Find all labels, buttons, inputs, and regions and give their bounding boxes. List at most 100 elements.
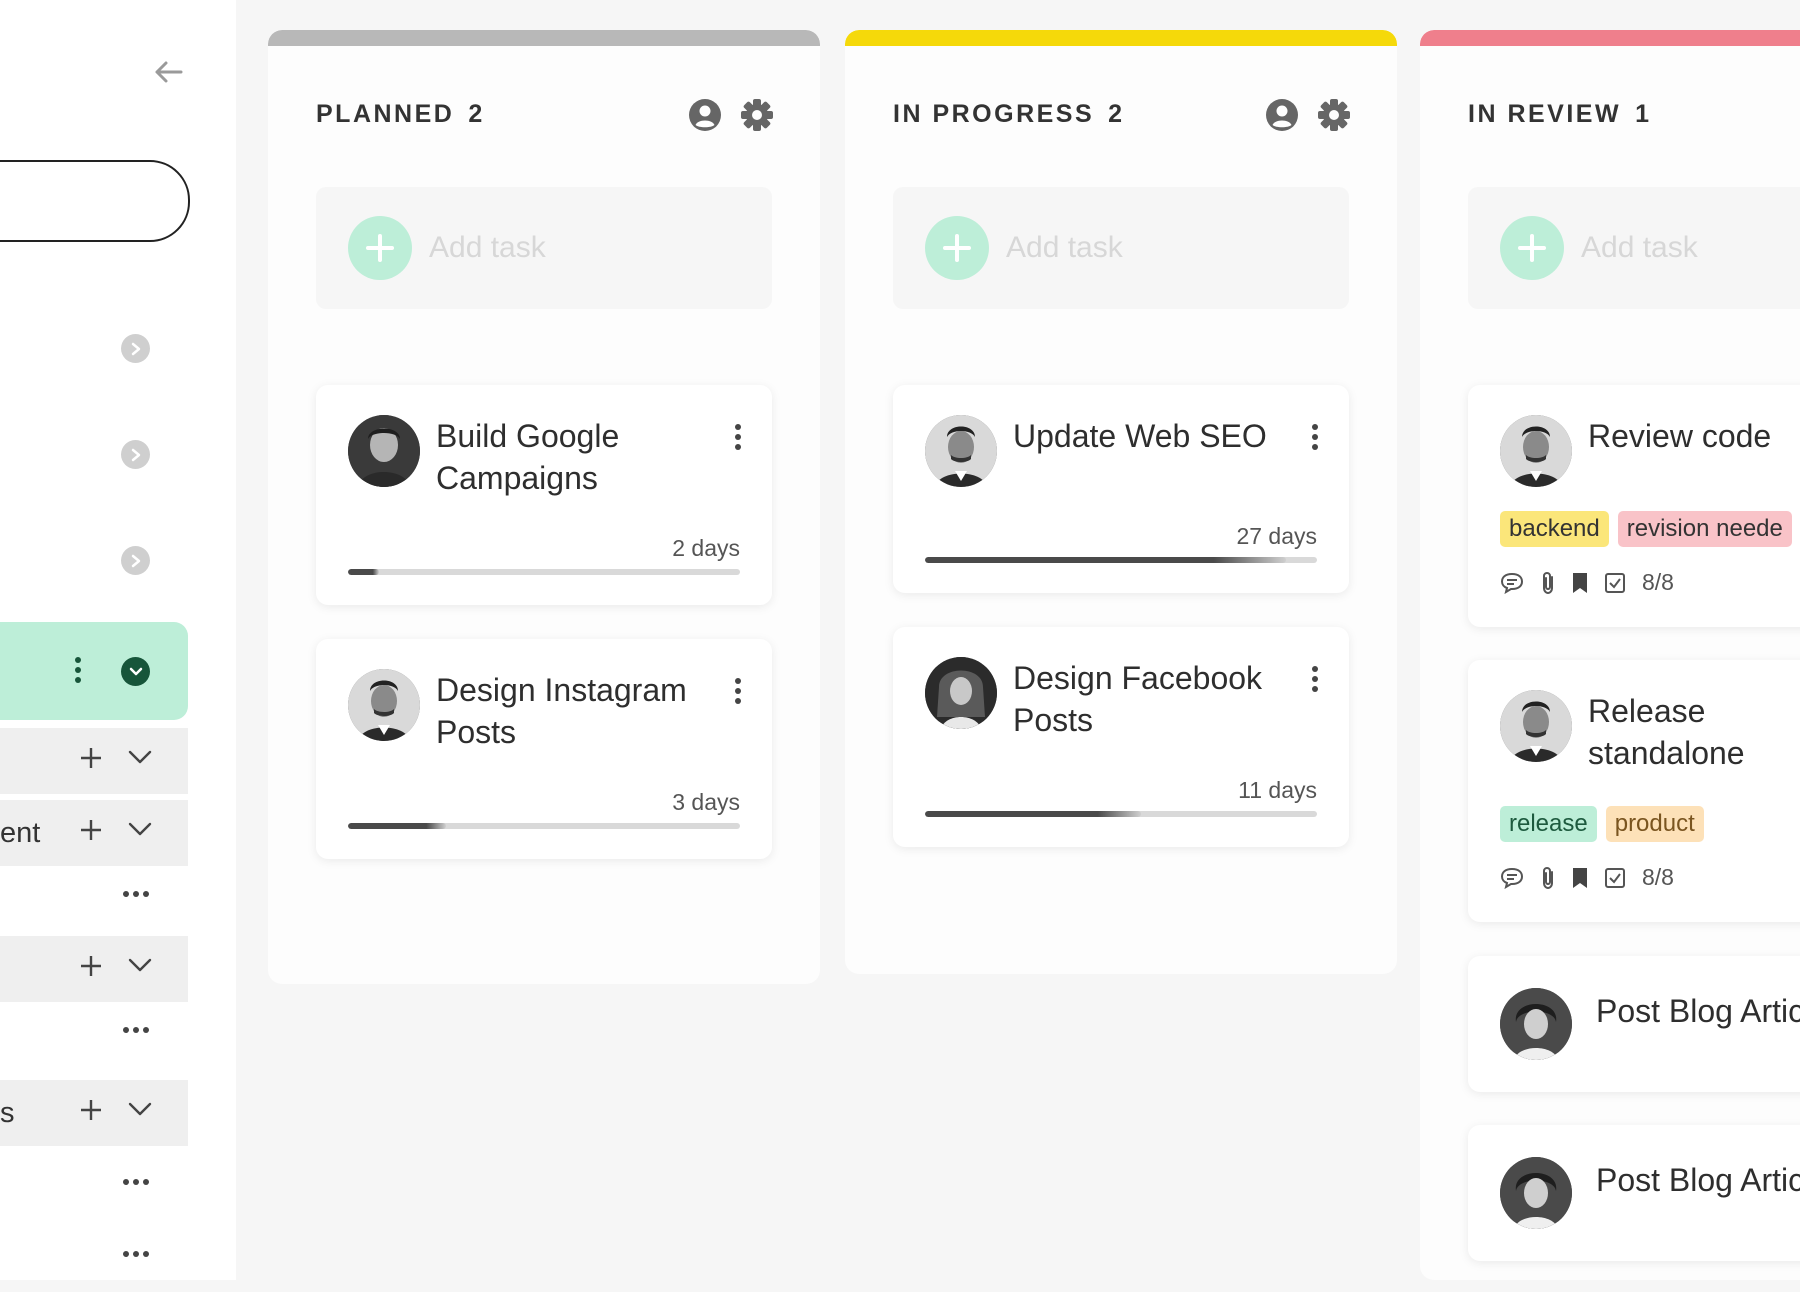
add-task-button[interactable]: Add task <box>1468 187 1800 309</box>
task-card[interactable]: Update Web SEO 27 days <box>893 385 1349 593</box>
checkbox-icon[interactable] <box>1604 867 1626 889</box>
user-circle-icon[interactable] <box>1265 98 1299 132</box>
column-title-label: IN PROGRESS <box>893 100 1095 128</box>
avatar <box>925 657 997 729</box>
more-vertical-icon[interactable] <box>1311 423 1319 451</box>
task-title: Design Facebook Posts <box>1013 660 1263 738</box>
checklist-count: 8/8 <box>1642 569 1674 595</box>
search-input[interactable] <box>0 160 190 242</box>
user-circle-icon[interactable] <box>688 98 722 132</box>
more-vertical-icon[interactable] <box>734 423 742 451</box>
progress-fill <box>348 569 380 575</box>
sidebar-item-active[interactable] <box>0 622 188 720</box>
expand-group-button-3[interactable] <box>121 546 150 575</box>
task-duration: 11 days <box>1238 777 1317 803</box>
sidebar-item[interactable] <box>0 866 188 932</box>
more-vertical-icon[interactable] <box>734 677 742 705</box>
chevron-down-icon[interactable] <box>128 1102 152 1116</box>
sidebar-item[interactable] <box>0 1154 188 1220</box>
tag[interactable]: release <box>1500 806 1597 842</box>
plus-icon <box>348 216 412 280</box>
task-card[interactable]: Post Blog Artic <box>1468 1125 1800 1261</box>
paperclip-icon[interactable] <box>1540 866 1556 890</box>
progress-bar <box>348 569 740 575</box>
sidebar-item-label: s <box>0 1097 15 1129</box>
task-card[interactable]: Post Blog Artic <box>1468 956 1800 1092</box>
sidebar-item[interactable] <box>0 1226 188 1292</box>
task-card[interactable]: Design Facebook Posts 11 days <box>893 627 1349 847</box>
column-count: 2 <box>1108 100 1125 128</box>
plus-icon[interactable] <box>79 1098 103 1122</box>
plus-icon[interactable] <box>79 746 103 770</box>
tag[interactable]: backend <box>1500 511 1609 547</box>
task-title: Update Web SEO <box>1013 418 1267 454</box>
gear-icon[interactable] <box>740 98 774 132</box>
add-task-label: Add task <box>1581 231 1698 264</box>
avatar <box>1500 1157 1572 1229</box>
chevron-down-icon[interactable] <box>128 822 152 836</box>
column-title: PLANNED 2 <box>316 100 485 129</box>
checkbox-icon[interactable] <box>1604 572 1626 594</box>
add-task-button[interactable]: Add task <box>893 187 1349 309</box>
sidebar-item[interactable] <box>0 1002 188 1068</box>
progress-fill <box>925 811 1141 817</box>
chevron-down-icon[interactable] <box>128 750 152 764</box>
progress-fill <box>348 823 446 829</box>
avatar <box>1500 690 1572 762</box>
bookmark-icon[interactable] <box>1572 572 1588 594</box>
column-color-bar <box>1420 30 1800 46</box>
progress-bar <box>348 823 740 829</box>
task-card[interactable]: Review code backend revision neede 8/8 <box>1468 385 1800 627</box>
avatar <box>1500 988 1572 1060</box>
column-title-label: PLANNED <box>316 100 455 128</box>
bookmark-icon[interactable] <box>1572 867 1588 889</box>
more-horizontal-icon[interactable] <box>122 1178 150 1186</box>
more-horizontal-icon[interactable] <box>122 1250 150 1258</box>
avatar <box>1500 415 1572 487</box>
comment-icon[interactable] <box>1500 867 1524 889</box>
add-task-label: Add task <box>1006 231 1123 264</box>
more-horizontal-icon[interactable] <box>122 890 150 898</box>
comment-icon[interactable] <box>1500 572 1524 594</box>
chevron-right-icon <box>131 342 140 355</box>
sidebar-item[interactable] <box>0 936 188 1002</box>
collapse-sidebar-button[interactable] <box>148 52 188 92</box>
sidebar-item[interactable] <box>0 728 188 794</box>
expand-group-button-2[interactable] <box>121 440 150 469</box>
task-card[interactable]: Release standalone release product 8/8 <box>1468 660 1800 922</box>
task-title: Post Blog Artic <box>1596 993 1800 1029</box>
chevron-right-icon <box>131 554 140 567</box>
more-vertical-icon[interactable] <box>1311 665 1319 693</box>
paperclip-icon[interactable] <box>1540 571 1556 595</box>
task-card[interactable]: Design Instagram Posts 3 days <box>316 639 772 859</box>
task-duration: 27 days <box>1236 523 1317 549</box>
more-horizontal-icon[interactable] <box>122 1026 150 1034</box>
tag[interactable]: revision neede <box>1617 511 1792 547</box>
gear-icon[interactable] <box>1317 98 1351 132</box>
plus-icon[interactable] <box>79 818 103 842</box>
sidebar-item[interactable]: ent <box>0 800 188 866</box>
more-vertical-icon[interactable] <box>74 656 82 684</box>
sidebar-item[interactable]: s <box>0 1080 188 1146</box>
plus-icon[interactable] <box>79 954 103 978</box>
task-title: Post Blog Artic <box>1596 1162 1800 1198</box>
collapse-group-button[interactable] <box>121 657 150 686</box>
progress-bar <box>925 811 1317 817</box>
board-column-in-review: IN REVIEW 1 Add task Review code backend … <box>1420 30 1800 1280</box>
expand-group-button-1[interactable] <box>121 334 150 363</box>
column-color-bar <box>268 30 820 46</box>
task-card[interactable]: Build Google Campaigns 2 days <box>316 385 772 605</box>
task-meta: 8/8 <box>1500 569 1674 596</box>
chevron-right-icon <box>131 448 140 461</box>
avatar <box>348 415 420 487</box>
tag[interactable]: product <box>1605 806 1704 842</box>
column-title-label: IN REVIEW <box>1468 100 1622 128</box>
tag-list: backend revision neede <box>1500 511 1792 547</box>
add-task-button[interactable]: Add task <box>316 187 772 309</box>
column-title: IN PROGRESS 2 <box>893 100 1125 129</box>
board-column-planned: PLANNED 2 Add task Build Google Campaigns… <box>268 30 820 984</box>
avatar <box>348 669 420 741</box>
sidebar: ent s <box>0 0 236 1280</box>
chevron-down-icon[interactable] <box>128 958 152 972</box>
task-title: Review code <box>1588 418 1772 454</box>
